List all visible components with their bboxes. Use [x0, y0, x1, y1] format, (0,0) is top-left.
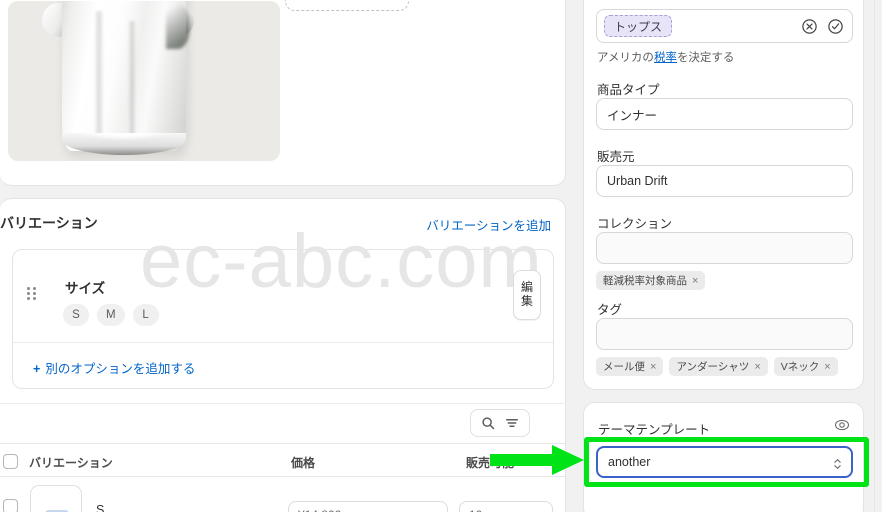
option-box: サイズ S M L 編 集 + 別のオプションを追加する — [12, 249, 554, 389]
tax-helper-text: アメリカの税率を決定する — [597, 49, 734, 65]
select-all-checkbox[interactable] — [3, 454, 18, 469]
chevron-updown-icon — [832, 456, 842, 472]
tag-chip[interactable]: アンダーシャツ × — [669, 357, 768, 376]
add-variation-link[interactable]: バリエーションを追加 — [426, 215, 551, 234]
theme-template-value: another — [608, 455, 651, 469]
page-scrollbar[interactable] — [874, 0, 882, 512]
product-type-label: 商品タイプ — [597, 83, 660, 97]
variants-table-toolbar — [0, 403, 566, 443]
table-row: S ¥14,800 10 — [0, 477, 566, 512]
variant-price-input[interactable]: ¥14,800 — [288, 501, 448, 512]
category-field[interactable]: トップス — [596, 9, 853, 43]
add-option-label: 別のオプションを追加する — [45, 362, 196, 376]
variant-label: S — [96, 503, 105, 512]
column-header-variation: バリエーション — [29, 456, 113, 470]
product-organization-card: トップス アメリカの税率を決定する 商品タイプ インナー 販売元 Urban D… — [583, 0, 864, 390]
variant-thumbnail[interactable] — [30, 485, 82, 512]
eye-icon[interactable] — [834, 417, 850, 433]
variations-title: バリエーション — [0, 215, 98, 231]
variants-table-header: バリエーション 価格 販売可能 — [0, 443, 566, 477]
image-upload-dropzone[interactable] — [285, 0, 409, 11]
search-icon[interactable] — [477, 412, 499, 434]
edit-button-char-2: 集 — [520, 294, 533, 308]
variant-available-input[interactable]: 10 — [459, 501, 553, 512]
tshirt-hem — [62, 133, 186, 155]
table-tools-group — [470, 409, 530, 437]
collection-chips: 軽減税率対象商品 × — [596, 271, 706, 290]
check-circle-icon[interactable] — [827, 18, 844, 35]
tag-chip[interactable]: メール便 × — [596, 357, 664, 376]
theme-template-select[interactable]: another — [596, 446, 853, 478]
left-column: バリエーション バリエーションを追加 サイズ S M L 編 集 + 別のオプシ… — [0, 0, 566, 512]
filter-icon[interactable] — [501, 412, 523, 434]
option-value-pill: L — [132, 304, 159, 326]
tag-chips: メール便 × アンダーシャツ × Vネック × — [596, 357, 838, 376]
remove-chip-icon[interactable]: × — [754, 361, 760, 373]
column-header-available: 販売可能 — [466, 456, 515, 470]
tax-helper-prefix: アメリカの — [597, 52, 654, 64]
collection-input[interactable] — [596, 232, 853, 264]
tag-chip[interactable]: Vネック × — [773, 357, 838, 376]
product-type-input[interactable]: インナー — [596, 98, 853, 130]
category-actions — [801, 18, 844, 35]
option-value-pill: M — [97, 304, 125, 326]
collection-chip[interactable]: 軽減税率対象商品 × — [596, 271, 706, 290]
tax-helper-suffix: を決定する — [676, 52, 735, 64]
remove-chip-icon[interactable]: × — [824, 361, 830, 373]
add-option-button[interactable]: + 別のオプションを追加する — [33, 358, 195, 377]
option-value-pill: S — [63, 304, 89, 326]
theme-template-label: テーマテンプレート — [598, 423, 711, 437]
variations-header: バリエーション バリエーションを追加 — [0, 213, 565, 239]
collection-label: コレクション — [597, 217, 673, 231]
collection-chip-label: 軽減税率対象商品 — [603, 275, 687, 287]
app-root: バリエーション バリエーションを追加 サイズ S M L 編 集 + 別のオプシ… — [0, 0, 882, 512]
clear-circle-icon[interactable] — [801, 18, 818, 35]
column-header-price: 価格 — [291, 456, 316, 470]
remove-chip-icon[interactable]: × — [692, 275, 698, 287]
option-row-size: サイズ S M L 編 集 — [13, 250, 553, 343]
edit-button-char-1: 編 — [520, 280, 533, 295]
remove-chip-icon[interactable]: × — [650, 361, 656, 373]
right-column: トップス アメリカの税率を決定する 商品タイプ インナー 販売元 Urban D… — [583, 0, 864, 512]
tag-chip-label: アンダーシャツ — [676, 361, 750, 373]
tshirt-shadow — [166, 5, 190, 49]
vendor-label: 販売元 — [597, 150, 635, 164]
product-image[interactable] — [8, 1, 280, 161]
tax-rate-link[interactable]: 税率 — [654, 52, 677, 64]
option-name: サイズ — [65, 281, 106, 296]
tag-chip-label: Vネック — [780, 361, 820, 373]
tags-input[interactable] — [596, 318, 853, 350]
tags-label: タグ — [597, 303, 623, 317]
category-chip[interactable]: トップス — [604, 15, 673, 37]
drag-handle-icon[interactable] — [27, 287, 36, 301]
plus-icon: + — [33, 362, 41, 376]
variations-card: バリエーション バリエーションを追加 サイズ S M L 編 集 + 別のオプシ… — [0, 198, 566, 512]
tshirt-fold — [128, 21, 136, 141]
vendor-input[interactable]: Urban Drift — [596, 165, 853, 197]
tag-chip-label: メール便 — [603, 361, 645, 373]
theme-template-card: テーマテンプレート another — [583, 402, 864, 512]
row-checkbox[interactable] — [3, 499, 18, 512]
tshirt-fold — [94, 11, 104, 141]
media-card — [0, 0, 566, 186]
option-values: S M L — [63, 304, 159, 326]
edit-option-button[interactable]: 編 集 — [513, 270, 541, 320]
